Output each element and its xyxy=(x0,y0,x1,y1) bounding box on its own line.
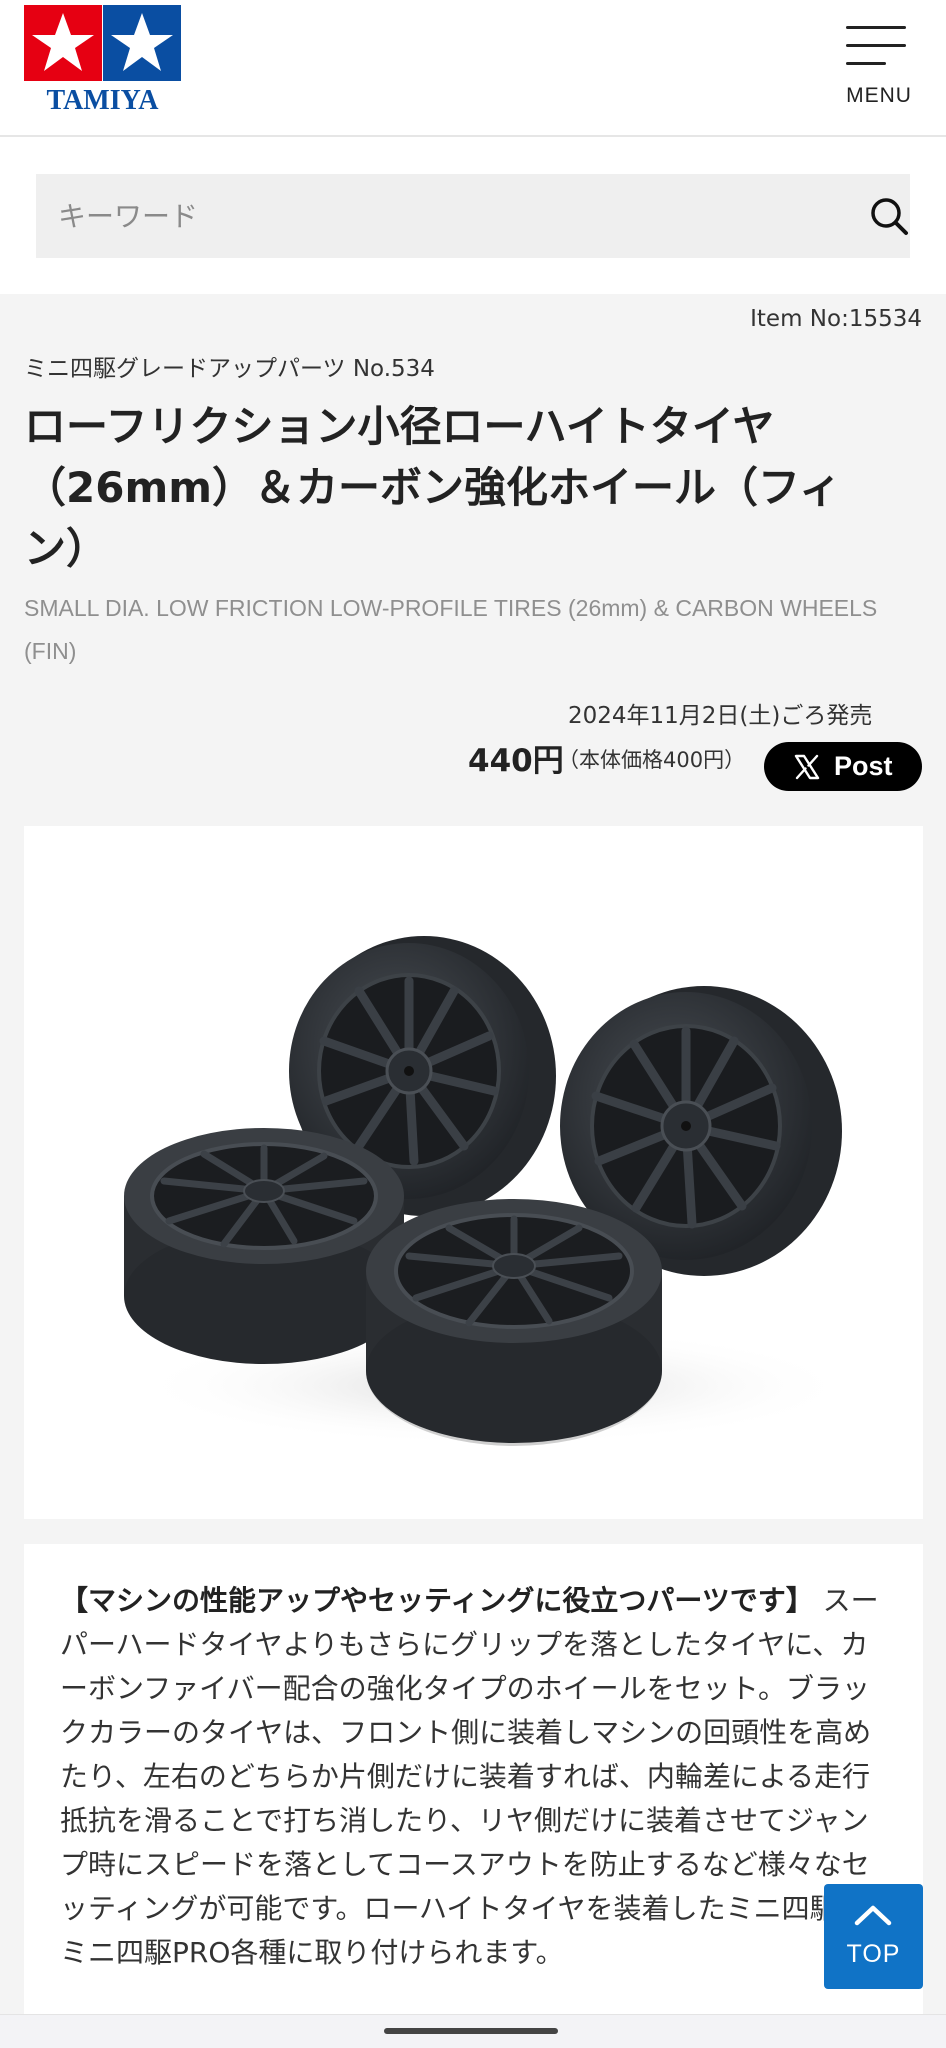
release-date: 2024年11月2日(土)ごろ発売 xyxy=(568,703,873,729)
site-header: TAMIYA MENU xyxy=(0,0,946,137)
description-heading: 【マシンの性能アップやセッティングに役立つパーツです】 xyxy=(60,1584,814,1617)
hamburger-icon xyxy=(846,26,906,66)
back-to-top-button[interactable]: TOP xyxy=(824,1884,923,1989)
home-indicator[interactable] xyxy=(384,2028,558,2034)
product-title-line: ン） xyxy=(24,524,109,573)
logo-wordmark: TAMIYA xyxy=(46,85,159,113)
post-label: Post xyxy=(834,751,893,781)
product-series: ミニ四駆グレードアップパーツ No.534 xyxy=(24,356,435,382)
x-post-button[interactable]: Post xyxy=(764,742,922,791)
product-subtitle-en: SMALL DIA. LOW FRICTION LOW-PROFILE TIRE… xyxy=(24,595,878,664)
search-icon[interactable] xyxy=(868,195,910,237)
product-title: ローフリクション小径ローハイトタイヤ （26mm）＆カーボン強化ホイール（フィ … xyxy=(24,396,904,579)
description-text: 【マシンの性能アップやセッティングに役立つパーツです】 スーパーハードタイヤより… xyxy=(60,1579,890,1975)
product-title-line: ローフリクション小径ローハイトタイヤ xyxy=(24,402,775,451)
tamiya-logo[interactable]: TAMIYA xyxy=(24,5,181,113)
system-navigation-bar xyxy=(0,2014,946,2048)
product-image-card xyxy=(24,826,923,1519)
top-label: TOP xyxy=(846,1940,901,1968)
wheel-front-left xyxy=(124,1128,404,1364)
menu-button[interactable]: MENU xyxy=(838,20,920,116)
description-body: スーパーハードタイヤよりもさらにグリップを落としたタイヤに、カーボンファイバー配… xyxy=(60,1584,879,1969)
item-number: Item No:15534 xyxy=(750,306,922,332)
wheel-front-center xyxy=(366,1199,662,1446)
search-box xyxy=(36,174,910,258)
product-price: 440円 xyxy=(468,743,564,779)
product-title-line: （26mm）＆カーボン強化ホイール（フィ xyxy=(24,463,842,512)
description-card: 【マシンの性能アップやセッティングに役立つパーツです】 スーパーハードタイヤより… xyxy=(24,1544,923,2014)
search-section xyxy=(0,137,946,294)
menu-label: MENU xyxy=(846,84,912,107)
price-note: （本体価格400円） xyxy=(558,748,746,772)
search-input[interactable] xyxy=(36,174,836,258)
x-logo-icon xyxy=(794,754,820,780)
product-photo[interactable] xyxy=(24,826,923,1519)
chevron-up-icon xyxy=(854,1905,892,1926)
